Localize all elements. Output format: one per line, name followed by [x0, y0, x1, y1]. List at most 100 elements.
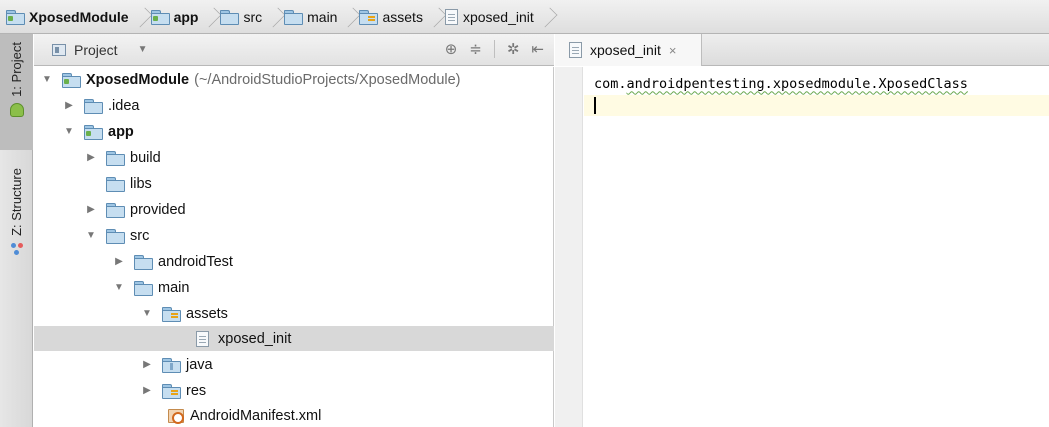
folder-icon — [162, 358, 181, 373]
tree-row-main[interactable]: ▼ main — [34, 275, 554, 300]
tree-row-idea[interactable]: ▶ .idea — [34, 93, 554, 118]
expanded-arrow-icon[interactable]: ▼ — [140, 308, 154, 319]
tab-project-label: 1: Project — [9, 42, 24, 97]
project-view-icon — [52, 43, 66, 56]
module-folder-icon — [84, 125, 103, 140]
folder-icon — [134, 255, 153, 270]
breadcrumb-separator — [206, 0, 218, 34]
project-panel-title: Project — [74, 41, 118, 58]
collapsed-arrow-icon[interactable]: ▶ — [140, 385, 154, 396]
tree-row-java[interactable]: ▶ java — [34, 352, 554, 377]
breadcrumb-item-xposedmodule[interactable]: XposedModule — [6, 0, 133, 34]
breadcrumb-item-app[interactable]: app — [150, 0, 203, 34]
tab-structure[interactable]: Z: Structure — [0, 168, 33, 288]
breadcrumb-label: main — [307, 8, 338, 25]
gear-icon[interactable]: ✲ — [507, 40, 520, 58]
collapsed-arrow-icon[interactable]: ▶ — [84, 204, 98, 215]
tree-item-label: java — [186, 356, 213, 373]
project-panel-header: Project ▼ ⊕ ≑ ✲ ⇤ — [34, 34, 554, 66]
editor-gutter — [555, 67, 583, 427]
breadcrumb-label: src — [243, 8, 263, 25]
project-panel-toolbar: ⊕ ≑ ✲ ⇤ — [445, 40, 544, 58]
project-tree: ▼ XposedModule (~/AndroidStudioProjects/… — [34, 67, 554, 427]
editor-tab-bar: xposed_init × — [555, 34, 1049, 66]
project-view-selector[interactable]: Project ▼ — [52, 42, 147, 58]
collapse-all-icon[interactable]: ≑ — [469, 40, 482, 58]
expanded-arrow-icon[interactable]: ▼ — [40, 74, 54, 85]
tool-window-strip: 1: Project Z: Structure — [0, 34, 33, 427]
tree-item-label: XposedModule — [86, 71, 190, 88]
tree-item-label: main — [158, 279, 190, 296]
tree-item-label: src — [130, 227, 150, 244]
tree-row-libs[interactable]: ▶ libs — [34, 171, 554, 196]
breadcrumb-item-assets[interactable]: assets — [359, 0, 426, 34]
resource-folder-icon — [359, 10, 379, 25]
collapsed-arrow-icon[interactable]: ▶ — [84, 152, 98, 163]
tree-row-app[interactable]: ▼ app — [34, 119, 554, 144]
folder-icon — [106, 229, 125, 244]
folder-icon — [106, 151, 125, 166]
breadcrumb-label: app — [173, 8, 199, 25]
tree-row-androidmanifest[interactable]: AndroidManifest.xml — [34, 403, 554, 427]
folder-icon — [284, 10, 304, 25]
breadcrumb-separator — [431, 0, 443, 34]
tab-structure-label: Z: Structure — [9, 168, 24, 236]
tree-row-androidtest[interactable]: ▶ androidTest — [34, 249, 554, 274]
tree-item-label: provided — [130, 201, 186, 218]
folder-icon — [220, 10, 240, 25]
expanded-arrow-icon[interactable]: ▼ — [112, 282, 126, 293]
tree-item-label: build — [130, 149, 161, 166]
breadcrumb: XposedModule app src main assets xposed_… — [0, 0, 1049, 34]
file-icon — [196, 330, 209, 347]
tree-item-label: libs — [130, 175, 152, 192]
module-folder-icon — [150, 10, 170, 25]
tab-xposed-init[interactable]: xposed_init × — [555, 34, 702, 66]
tree-row-build[interactable]: ▶ build — [34, 145, 554, 170]
project-path: (~/AndroidStudioProjects/XposedModule) — [194, 71, 461, 88]
code-editor[interactable]: com. androidpentesting.xposedmodule.Xpose… — [555, 67, 1049, 427]
collapsed-arrow-icon[interactable]: ▶ — [62, 100, 76, 111]
expanded-arrow-icon[interactable]: ▼ — [84, 230, 98, 241]
code-line-2[interactable] — [584, 95, 1049, 116]
code-text-package: androidpentesting.xposedmodule.XposedCla… — [626, 75, 968, 92]
module-folder-icon — [6, 10, 25, 25]
editor-tab-label: xposed_init — [590, 42, 661, 58]
breadcrumb-item-main[interactable]: main — [284, 0, 341, 34]
xml-file-icon — [168, 408, 184, 424]
tree-item-label: androidTest — [158, 253, 233, 270]
tree-row-res[interactable]: ▶ res — [34, 378, 554, 403]
tree-row-xposedmodule[interactable]: ▼ XposedModule (~/AndroidStudioProjects/… — [34, 67, 554, 92]
code-text-prefix: com. — [594, 75, 627, 92]
breadcrumb-item-src[interactable]: src — [220, 0, 266, 34]
tree-item-label: .idea — [108, 97, 140, 114]
breadcrumb-label: xposed_init — [462, 8, 534, 25]
breadcrumb-separator — [270, 0, 282, 34]
tree-item-label: res — [186, 382, 207, 399]
folder-icon — [106, 203, 125, 218]
expanded-arrow-icon[interactable]: ▼ — [62, 126, 76, 137]
resource-folder-icon — [162, 307, 181, 322]
tree-item-label: AndroidManifest.xml — [190, 407, 322, 424]
hide-panel-icon[interactable]: ⇤ — [531, 40, 544, 58]
tree-row-assets[interactable]: ▼ assets — [34, 301, 554, 326]
file-icon — [569, 42, 582, 58]
collapsed-arrow-icon[interactable]: ▶ — [112, 256, 126, 267]
text-cursor — [594, 97, 596, 114]
tree-row-xposed-init[interactable]: xposed_init — [34, 326, 554, 351]
folder-icon — [84, 99, 103, 114]
scroll-from-source-icon[interactable]: ⊕ — [445, 40, 458, 58]
file-icon — [444, 8, 458, 25]
module-folder-icon — [62, 73, 81, 88]
close-icon[interactable]: × — [669, 43, 677, 58]
code-line-1[interactable]: com. androidpentesting.xposedmodule.Xpose… — [584, 73, 1049, 94]
breadcrumb-label: XposedModule — [29, 8, 129, 25]
tree-row-provided[interactable]: ▶ provided — [34, 197, 554, 222]
tree-item-label: xposed_init — [218, 330, 292, 347]
resource-folder-icon — [162, 384, 181, 399]
breadcrumb-item-xposed-init[interactable]: xposed_init — [444, 0, 538, 34]
tree-row-src[interactable]: ▼ src — [34, 223, 554, 248]
chevron-down-icon: ▼ — [137, 44, 148, 55]
tab-project[interactable]: 1: Project — [0, 34, 33, 150]
toolbar-divider — [493, 40, 495, 58]
collapsed-arrow-icon[interactable]: ▶ — [140, 359, 154, 370]
